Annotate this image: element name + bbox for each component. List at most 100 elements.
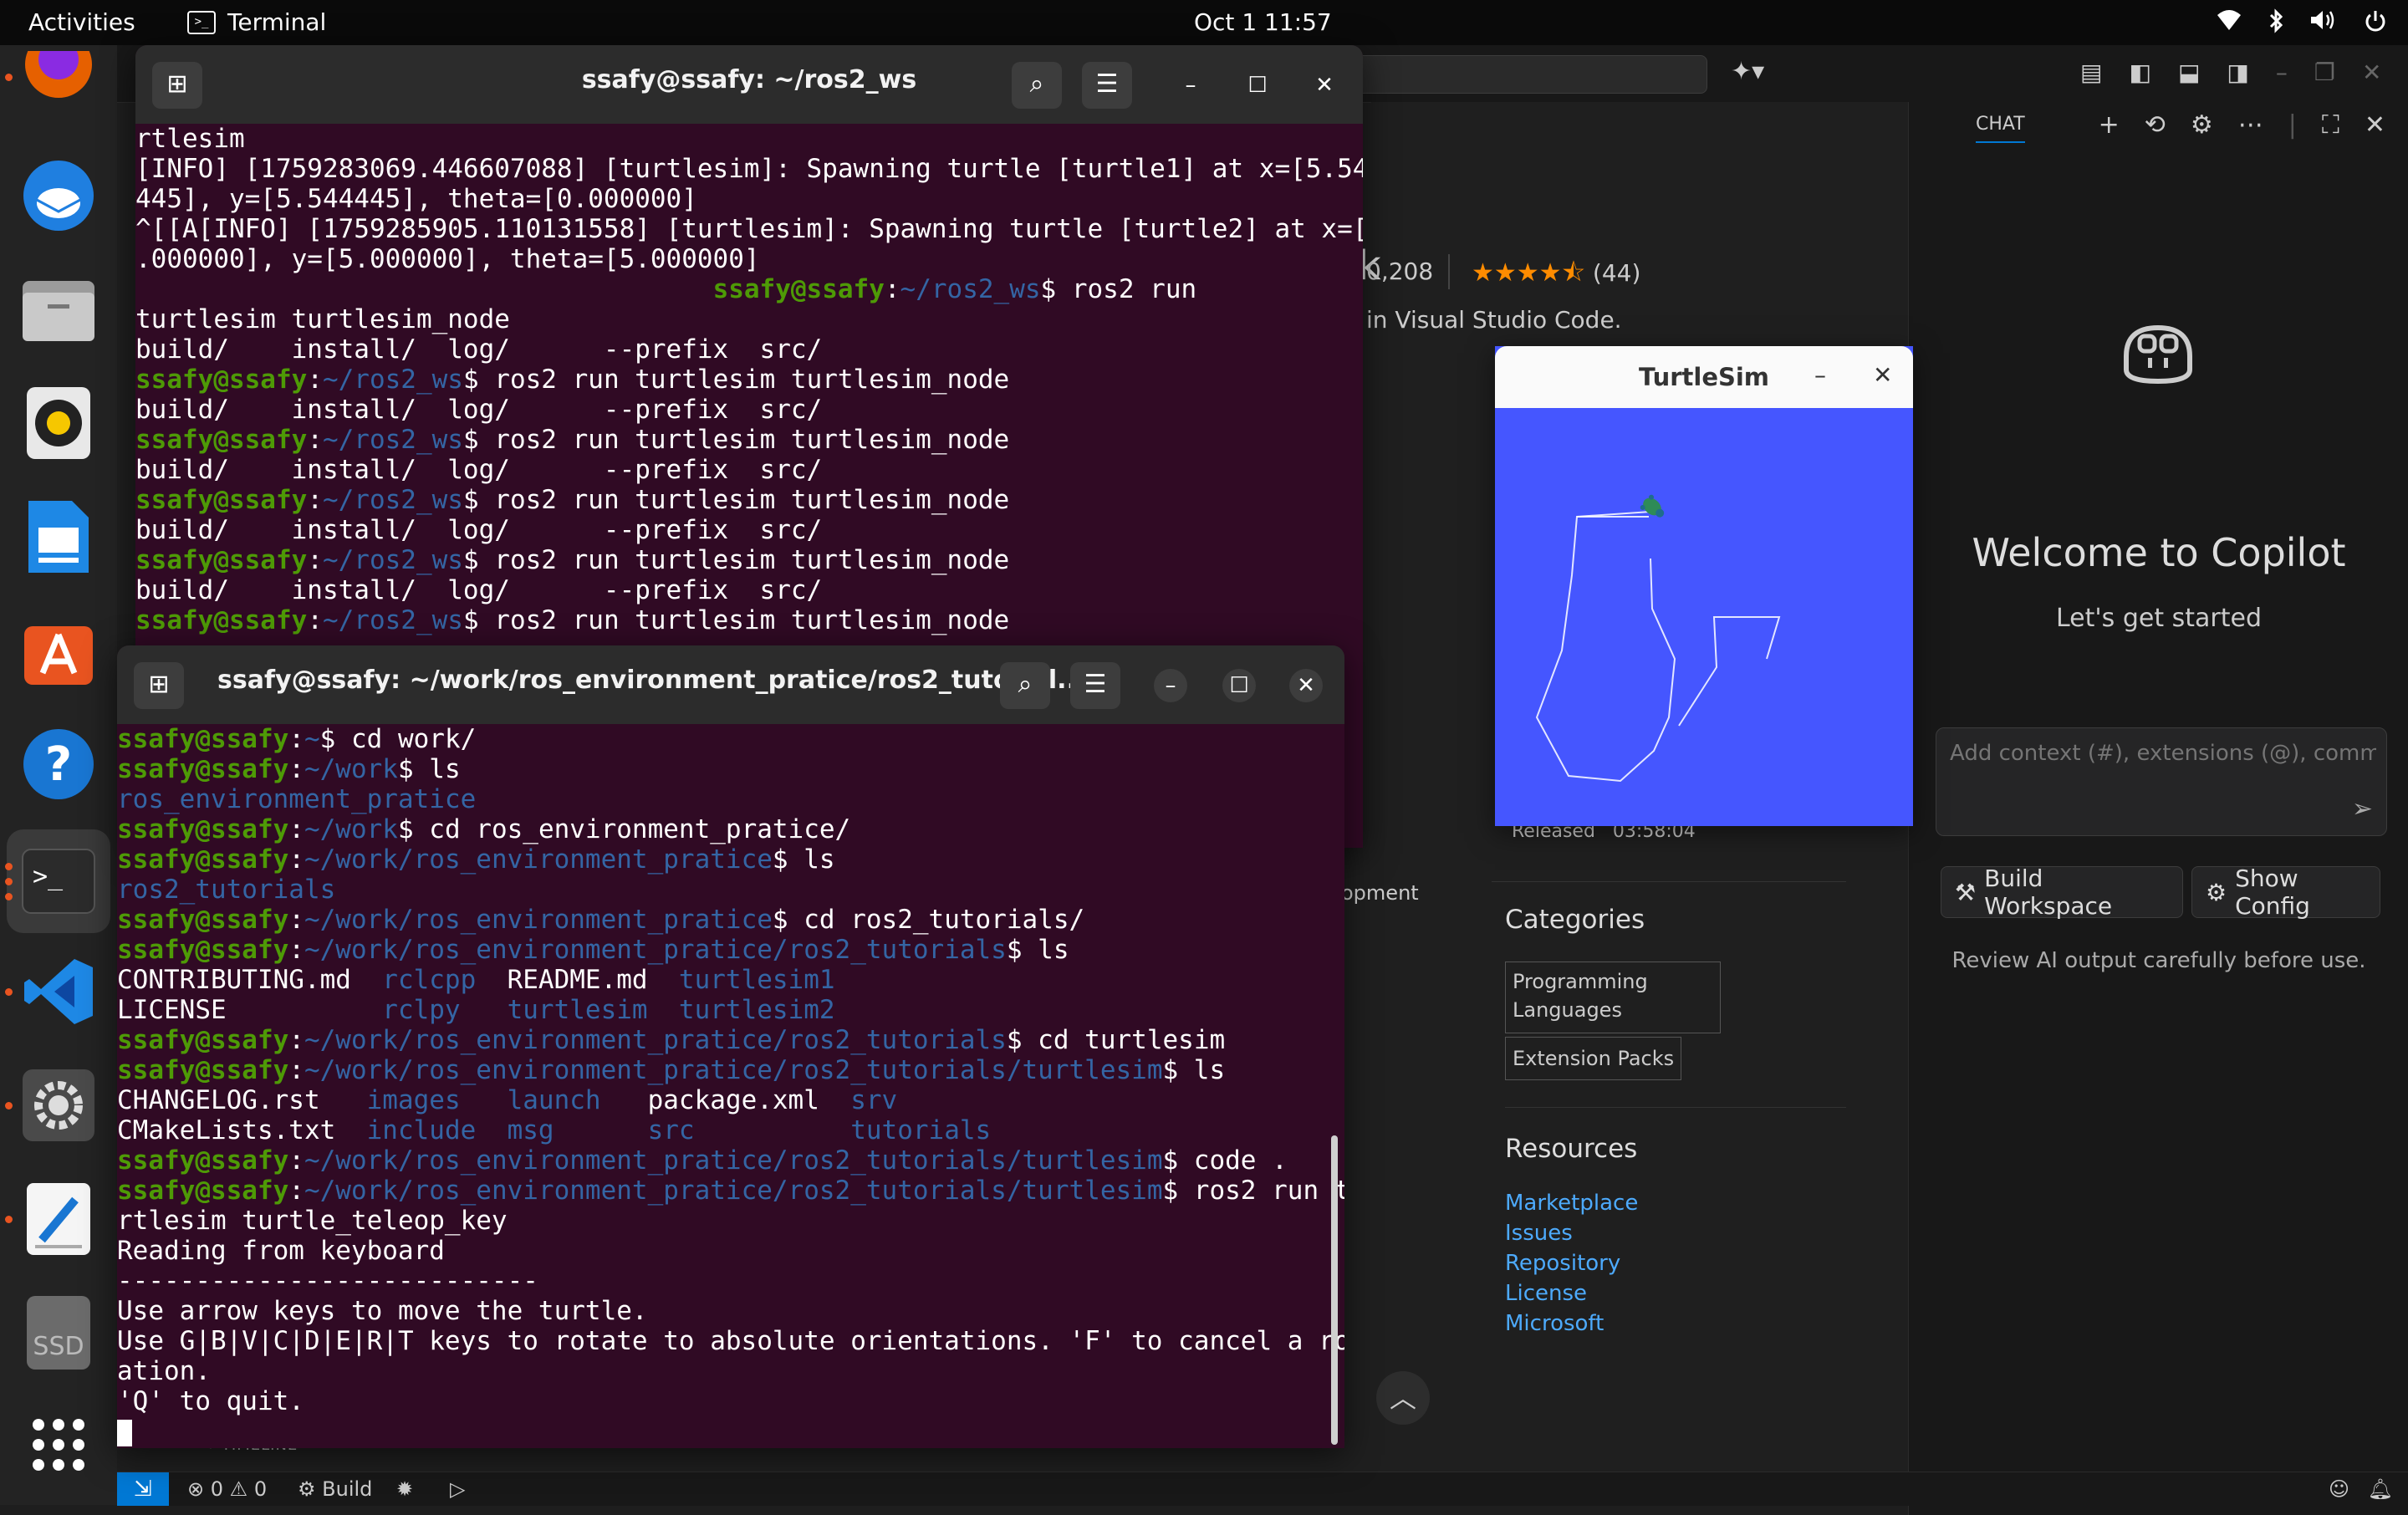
rhythmbox-icon[interactable] <box>18 383 99 463</box>
menu-button[interactable]: ☰ <box>1070 662 1120 709</box>
rating[interactable]: ★★★★⯪ (44) <box>1472 254 1640 297</box>
terminal-line: ros2_tutorials <box>117 875 1344 905</box>
activities-button[interactable]: Activities <box>28 8 135 36</box>
terminal-line: [INFO] [1759283069.446607088] [turtlesim… <box>135 154 1363 184</box>
output-text: $ ls <box>1006 935 1069 965</box>
maximize-chat-icon[interactable]: ⛶ <box>2322 110 2339 140</box>
terminal-line: ssafy@ssafy:~/work/ros_environment_prati… <box>117 1025 1344 1055</box>
vscode-icon[interactable] <box>18 951 99 1032</box>
prompt-user: ssafy@ssafy <box>135 605 308 635</box>
output-text: ation. <box>117 1356 211 1386</box>
output-text: : <box>884 274 900 304</box>
problems-indicator[interactable]: ⊗ 0 ⚠ 0 <box>187 1477 267 1501</box>
minimize-button[interactable]: – <box>1154 669 1187 702</box>
terminal-line: ssafy@ssafy:~/ros2_ws$ ros2 run turtlesi… <box>135 425 1363 455</box>
files-icon[interactable] <box>18 269 99 349</box>
close-chat-icon[interactable]: ✕ <box>2365 110 2385 140</box>
history-icon[interactable]: ⟲ <box>2145 110 2166 140</box>
output-text: : <box>307 425 323 455</box>
build-workspace-button[interactable]: ⚒ Build Workspace <box>1941 865 2183 920</box>
prompt-user: ssafy@ssafy <box>117 814 289 844</box>
firefox-icon[interactable] <box>18 45 99 107</box>
maximize-icon[interactable]: ❐ <box>2314 59 2335 86</box>
output-text: : <box>288 1025 304 1055</box>
minimize-icon[interactable]: – <box>2276 59 2288 86</box>
thunderbird-icon[interactable] <box>18 156 99 236</box>
minimize-button[interactable]: – <box>1174 69 1207 102</box>
chat-tab[interactable]: CHAT <box>1976 114 2025 143</box>
help-icon[interactable]: ? <box>18 724 99 804</box>
toggle-panel-icon[interactable]: ⬓ <box>2178 59 2200 86</box>
debug-icon[interactable]: ✹ <box>396 1477 413 1501</box>
terminal-line: build/ install/ log/ --prefix src/ <box>135 575 1363 605</box>
close-button[interactable]: ✕ <box>1289 669 1323 702</box>
run-icon[interactable]: ▷ <box>450 1477 465 1501</box>
remote-icon[interactable]: ⇲ <box>117 1472 169 1506</box>
prompt-user: ssafy@ssafy <box>135 485 308 515</box>
maximize-button[interactable]: ☐ <box>1222 669 1256 702</box>
libreoffice-writer-icon[interactable] <box>18 497 99 577</box>
chat-input-box[interactable]: ➢ <box>1936 727 2387 836</box>
layout-controls[interactable]: ▤ ◧ ⬓ ◨ – ❐ ✕ <box>2080 59 2381 86</box>
toggle-secondary-sidebar-icon[interactable]: ◨ <box>2227 59 2248 86</box>
search-button[interactable]: ⌕ <box>1000 662 1050 709</box>
directory-entry: tutorials <box>850 1115 992 1145</box>
more-icon[interactable]: ⋯ <box>2238 110 2263 140</box>
build-status[interactable]: ⚙ Build <box>298 1477 372 1501</box>
terminal-cursor <box>117 1419 132 1446</box>
resource-issues[interactable]: Issues <box>1505 1221 1573 1246</box>
menu-button[interactable]: ☰ <box>1082 62 1132 109</box>
copilot-menu-icon[interactable]: ✦▾ <box>1731 57 1764 86</box>
resource-repository[interactable]: Repository <box>1505 1251 1620 1276</box>
category-extension-packs[interactable]: Extension Packs <box>1505 1037 1682 1080</box>
text-editor-icon[interactable] <box>18 1179 99 1259</box>
minimize-button[interactable]: – <box>1814 361 1826 389</box>
svg-text:>_: >_ <box>33 862 64 891</box>
terminal-line: ssafy@ssafy:~/ros2_ws$ ros2 run turtlesi… <box>135 485 1363 515</box>
toggle-sidebar-icon[interactable]: ◧ <box>2129 59 2150 86</box>
terminal-output[interactable]: ssafy@ssafy:~$ cd work/ssafy@ssafy:~/wor… <box>117 724 1344 1448</box>
show-config-button[interactable]: ⚙ Show Config <box>2191 865 2380 920</box>
output-text: $ ros2 run turtlesim turtlesim_node <box>462 605 1010 635</box>
close-button[interactable]: ✕ <box>1873 361 1892 389</box>
system-tray[interactable] <box>2216 8 2388 39</box>
clock[interactable]: Oct 1 11:57 <box>1194 8 1332 36</box>
new-chat-icon[interactable]: + <box>2099 110 2120 140</box>
customize-layout-icon[interactable]: ▤ <box>2080 59 2102 86</box>
output-text: Use G|B|V|C|D|E|R|T keys to rotate to ab… <box>117 1326 1344 1356</box>
output-text: CHANGELOG.rst <box>117 1085 367 1115</box>
software-center-icon[interactable] <box>18 610 99 691</box>
resource-microsoft[interactable]: Microsoft <box>1505 1311 1604 1336</box>
extension-description: in Visual Studio Code. <box>1366 306 1622 334</box>
maximize-button[interactable]: ☐ <box>1241 69 1274 102</box>
app-grid-icon[interactable] <box>18 1405 99 1485</box>
close-button[interactable]: ✕ <box>1308 69 1341 102</box>
gear-icon[interactable]: ⚙ <box>2191 110 2213 140</box>
resource-marketplace[interactable]: Marketplace <box>1505 1191 1638 1216</box>
running-indicator <box>5 1102 13 1109</box>
output-text: Use arrow keys to move the turtle. <box>117 1296 648 1326</box>
terminal-line: CMakeLists.txt include msg src tutorials <box>117 1115 1344 1145</box>
scroll-to-top-button[interactable]: ︿ <box>1376 1371 1430 1425</box>
app-menu[interactable]: >_ Terminal <box>187 8 326 36</box>
output-text: : <box>288 1176 304 1206</box>
ssd-drive-icon[interactable]: SSD <box>18 1293 99 1373</box>
chat-input[interactable] <box>1948 740 2378 767</box>
resource-license[interactable]: License <box>1505 1281 1587 1306</box>
copilot-status-icon[interactable]: ☺ <box>2329 1477 2349 1501</box>
divider <box>1505 1107 1846 1108</box>
settings-icon[interactable] <box>18 1065 99 1145</box>
notifications-icon[interactable]: 🔔︎ <box>2368 1477 2393 1501</box>
terminal-dock-icon[interactable]: >_ <box>7 829 110 933</box>
close-icon[interactable]: ✕ <box>2362 59 2381 86</box>
send-icon[interactable]: ➢ <box>2352 794 2373 824</box>
scrollbar[interactable] <box>1331 1135 1338 1445</box>
terminal-line: ssafy@ssafy:~/work/ros_environment_prati… <box>117 844 1344 875</box>
prompt-path: ~/ros2_ws <box>322 605 463 635</box>
category-programming-languages[interactable]: Programming Languages <box>1505 962 1721 1033</box>
chat-toolbar: + ⟲ ⚙ ⋯ | ⛶ ✕ <box>2099 110 2385 140</box>
search-button[interactable]: ⌕ <box>1012 62 1062 109</box>
new-tab-button[interactable]: ⊞ <box>134 662 184 709</box>
terminal-line: ros_environment_pratice <box>117 784 1344 814</box>
